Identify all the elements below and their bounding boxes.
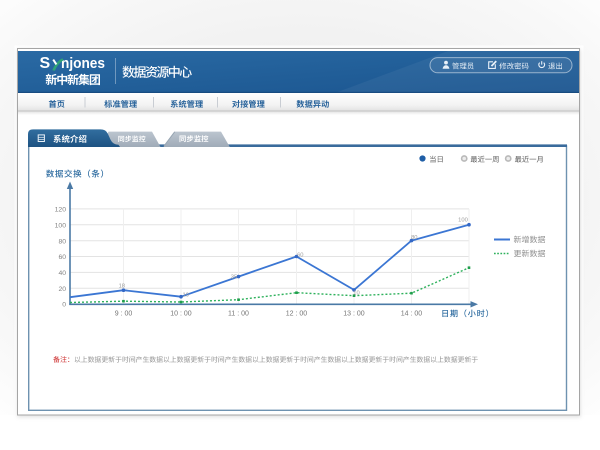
svg-text:60: 60	[297, 252, 303, 258]
svg-text:40: 40	[58, 270, 66, 277]
svg-text:9 : 00: 9 : 00	[115, 310, 133, 317]
svg-text:13 : 00: 13 : 00	[343, 310, 365, 317]
svg-text:100: 100	[55, 223, 67, 230]
svg-text:S: S	[40, 55, 51, 72]
svg-text:10 : 00: 10 : 00	[170, 310, 192, 317]
svg-text:18: 18	[119, 284, 125, 290]
svg-text:10: 10	[182, 292, 188, 298]
svg-text:80: 80	[411, 235, 417, 241]
svg-text:14 : 00: 14 : 00	[401, 310, 423, 317]
svg-text:35: 35	[231, 275, 237, 281]
svg-text:100: 100	[458, 217, 468, 223]
svg-text:20: 20	[58, 286, 66, 293]
svg-text:80: 80	[58, 238, 66, 245]
svg-text:0: 0	[62, 302, 66, 309]
svg-text:60: 60	[58, 254, 66, 261]
svg-text:120: 120	[55, 207, 67, 214]
svg-text:njones: njones	[61, 55, 105, 72]
svg-text:12 : 00: 12 : 00	[286, 310, 308, 317]
svg-text:11 : 00: 11 : 00	[228, 310, 249, 317]
